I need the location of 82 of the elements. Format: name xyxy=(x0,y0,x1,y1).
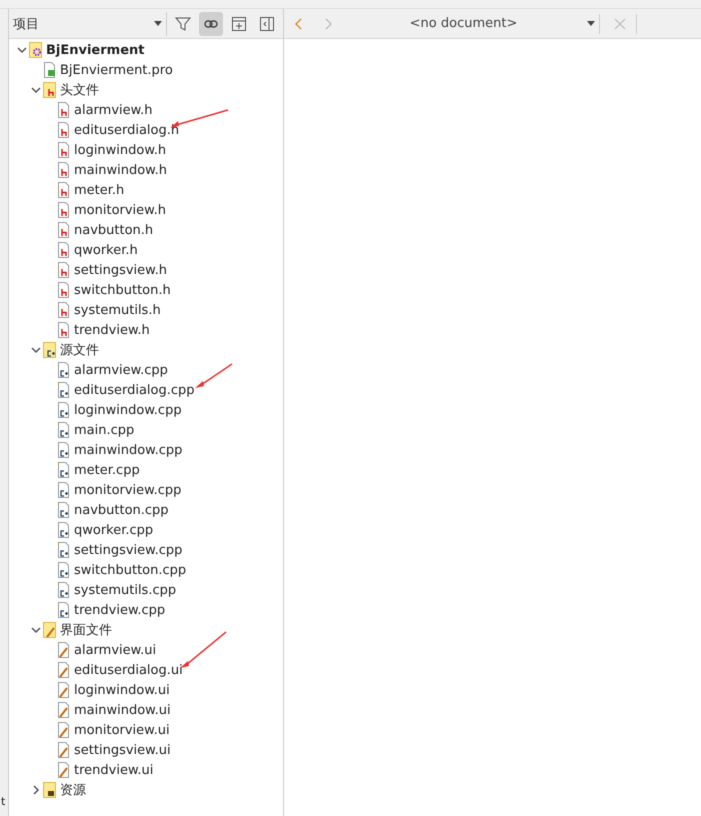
header-file-icon xyxy=(57,202,70,218)
tree-item[interactable]: monitorview.ui xyxy=(74,722,170,738)
tree-item[interactable]: settingsview.cpp xyxy=(74,542,182,558)
tree-item[interactable]: monitorview.cpp xyxy=(74,482,182,498)
tree-item[interactable]: trendview.h xyxy=(74,322,150,338)
header-file-icon xyxy=(57,302,70,318)
pencil-file-icon xyxy=(57,702,70,718)
caret-icon xyxy=(154,21,162,26)
tree-item[interactable]: mainwindow.ui xyxy=(74,702,171,718)
tree-item[interactable]: main.cpp xyxy=(74,422,134,438)
cpp-file-icon xyxy=(57,402,70,418)
cpp-file-icon xyxy=(57,382,70,398)
lock-folder-icon xyxy=(43,782,56,798)
pencil-file-icon xyxy=(57,742,70,758)
tree-item[interactable]: meter.h xyxy=(74,182,124,198)
cpp-file-icon xyxy=(57,482,70,498)
tree-item[interactable]: 界面文件 xyxy=(60,621,112,639)
cpp-file-icon xyxy=(57,502,70,518)
gear-folder-icon xyxy=(29,42,42,58)
cpp-file-icon xyxy=(57,562,70,578)
tree-item[interactable]: loginwindow.cpp xyxy=(74,402,182,418)
cpp-folder-icon xyxy=(43,342,56,358)
cpp-file-icon xyxy=(57,422,70,438)
header-file-icon xyxy=(57,282,70,298)
pencil-folder-icon xyxy=(43,622,56,638)
header-file-icon xyxy=(57,102,70,118)
tree-item[interactable]: edituserdialog.cpp xyxy=(74,382,195,398)
annotation-arrow xyxy=(195,363,232,388)
cpp-file-icon xyxy=(57,522,70,538)
pencil-file-icon xyxy=(57,642,70,658)
pencil-file-icon xyxy=(57,722,70,738)
cpp-file-icon xyxy=(57,362,70,378)
tree-item[interactable]: mainwindow.h xyxy=(74,162,167,178)
tree-item[interactable]: settingsview.ui xyxy=(74,742,171,758)
cpp-file-icon xyxy=(57,602,70,618)
caret-icon xyxy=(587,21,595,26)
header-file-icon xyxy=(57,222,70,238)
link-icon[interactable] xyxy=(199,12,223,36)
tree-item[interactable]: navbutton.h xyxy=(74,222,154,238)
tree-item[interactable]: BjEnvierment xyxy=(46,42,144,58)
tree-item[interactable]: trendview.ui xyxy=(74,762,154,778)
tree-item[interactable]: 源文件 xyxy=(60,341,99,359)
annotation-arrow xyxy=(180,631,226,668)
tree-item[interactable]: navbutton.cpp xyxy=(74,502,169,518)
tree-item[interactable]: 资源 xyxy=(60,781,86,799)
header-file-icon xyxy=(57,122,70,138)
pencil-file-icon xyxy=(57,762,70,778)
pencil-file-icon xyxy=(57,682,70,698)
panel-edge-text: t xyxy=(1,795,6,808)
tree-item[interactable]: edituserdialog.h xyxy=(74,122,180,138)
header-folder-icon xyxy=(43,82,56,98)
tree-item[interactable]: systemutils.cpp xyxy=(74,582,176,598)
cpp-file-icon xyxy=(57,462,70,478)
tree-item[interactable]: alarmview.cpp xyxy=(74,362,168,378)
qt-file-icon xyxy=(43,62,56,78)
tree-item[interactable]: edituserdialog.ui xyxy=(74,662,183,678)
tree-item[interactable]: BjEnvierment.pro xyxy=(60,62,173,78)
header-file-icon xyxy=(57,182,70,198)
tree-item[interactable]: settingsview.h xyxy=(74,262,167,278)
tree-item[interactable]: monitorview.h xyxy=(74,202,166,218)
tree-item[interactable]: alarmview.h xyxy=(74,102,152,118)
tree-item[interactable]: switchbutton.cpp xyxy=(74,562,186,578)
cpp-file-icon xyxy=(57,442,70,458)
tree-item[interactable]: meter.cpp xyxy=(74,462,140,478)
tree-item[interactable]: trendview.cpp xyxy=(74,602,166,618)
tree-item[interactable]: mainwindow.cpp xyxy=(74,442,182,458)
header-file-icon xyxy=(57,262,70,278)
tree-item[interactable]: alarmview.ui xyxy=(74,642,156,658)
pencil-file-icon xyxy=(57,662,70,678)
header-file-icon xyxy=(57,162,70,178)
tree-item[interactable]: loginwindow.h xyxy=(74,142,166,158)
tree-item[interactable]: 头文件 xyxy=(60,81,99,99)
header-file-icon xyxy=(57,242,70,258)
header-file-icon xyxy=(57,322,70,338)
cpp-file-icon xyxy=(57,582,70,598)
tree-item[interactable]: systemutils.h xyxy=(74,302,161,318)
tree-item[interactable]: loginwindow.ui xyxy=(74,682,170,698)
header-file-icon xyxy=(57,142,70,158)
tree-item[interactable]: qworker.cpp xyxy=(74,522,154,538)
tree-item[interactable]: qworker.h xyxy=(74,242,138,258)
cpp-file-icon xyxy=(57,542,70,558)
tree-item[interactable]: switchbutton.h xyxy=(74,282,171,298)
